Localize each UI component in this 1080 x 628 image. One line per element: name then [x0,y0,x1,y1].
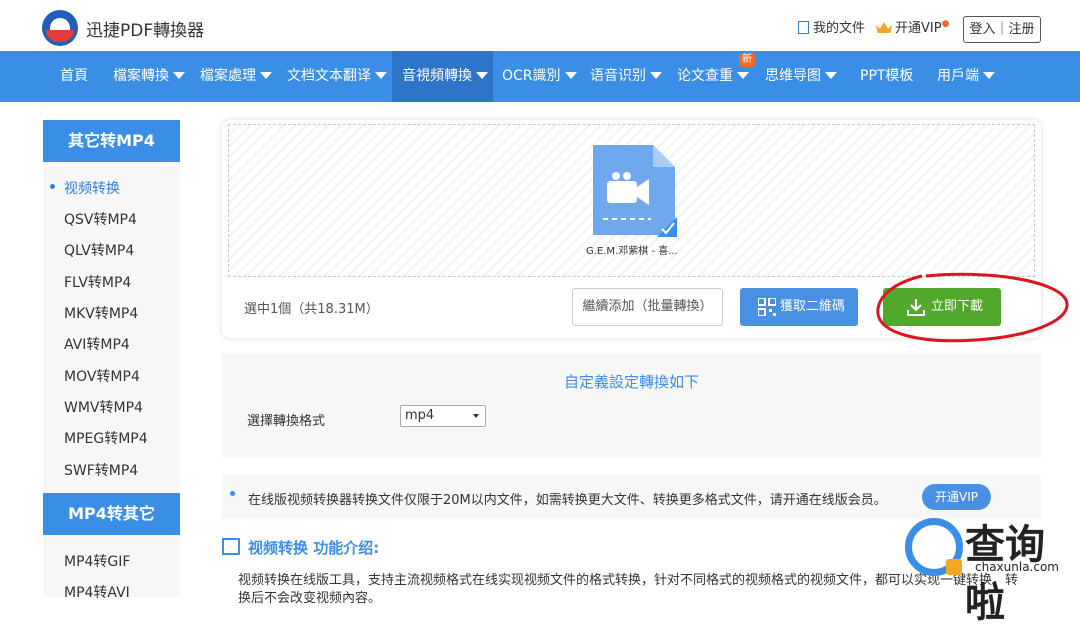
get-qr-button[interactable]: 獲取二維碼 [740,288,858,326]
nav-ppt[interactable]: PPT模板 [860,51,913,102]
chevron-down-icon [825,72,837,79]
crown-icon [876,22,892,33]
selection-info: 選中1個（共18.31M） [244,302,379,317]
chevron-down-icon [564,72,577,79]
chevron-down-icon [983,72,995,79]
sidebar-head-from-mp4: MP4转其它 [43,493,180,535]
main-nav: 首頁 檔案轉換 檔案處理 文档文本翻译 音視頻轉換 OCR識別 语音识别 论文查… [0,51,1080,102]
sidebar-item-video-convert[interactable]: 视频转换 [64,178,120,198]
sidebar-item-flv[interactable]: FLV转MP4 [64,272,131,292]
sidebar-item-mkv[interactable]: MKV转MP4 [64,303,138,323]
format-select[interactable]: mp4 [400,405,486,427]
intro-icon [222,538,240,555]
chevron-down-icon [260,72,272,79]
watermark: 查询啦 chaxunla.com [905,512,1075,626]
chevron-down-icon [737,72,749,79]
nav-translate[interactable]: 文档文本翻译 [287,51,387,102]
chevron-down-icon [473,414,479,418]
sidebar-item-qlv[interactable]: QLV转MP4 [64,240,134,260]
watermark-url: chaxunla.com [975,560,1059,574]
document-icon [798,21,809,34]
sidebar-head-to-mp4: 其它转MP4 [43,120,180,162]
nav-home[interactable]: 首頁 [60,51,88,102]
nav-ocr[interactable]: OCR識別 [502,51,577,102]
my-files-link[interactable]: 我的文件 [798,17,865,36]
nav-client[interactable]: 用戶端 [937,51,995,102]
active-dot [50,184,55,189]
file-name: G.E.M.邓紫棋 - 喜... [586,246,678,257]
sidebar-item-avi[interactable]: AVI转MP4 [64,334,130,354]
notice-text: 在线版视频转换器转换文件仅限于20M以内文件，如需转换更大文件、转换更多格式文件… [248,493,887,508]
video-file-icon[interactable] [591,143,677,237]
sidebar-item-swf[interactable]: SWF转MP4 [64,460,138,480]
add-more-button[interactable]: 繼續添加（批量轉換） [572,288,723,326]
brand-name[interactable]: 迅捷PDF轉換器 [86,16,204,41]
nav-speech[interactable]: 语音识别 [590,51,662,102]
new-badge: 新 [739,53,755,67]
brand-logo-icon[interactable] [42,10,78,46]
chevron-down-icon [375,72,387,79]
format-label: 選擇轉換格式 [247,414,326,429]
sidebar-item-mp4-gif[interactable]: MP4转GIF [64,551,130,571]
settings-panel [222,353,1041,458]
settings-title: 自定義設定轉換如下 [563,373,699,391]
sidebar-item-mpeg[interactable]: MPEG转MP4 [64,428,148,448]
sidebar-item-mov[interactable]: MOV转MP4 [64,366,140,386]
watermark-logo-icon [905,518,963,576]
nav-mindmap[interactable]: 思维导图 [765,51,837,102]
qr-code-icon [758,298,776,316]
login-register-button[interactable]: 登入｜注册 [963,16,1041,43]
nav-file-convert[interactable]: 檔案轉換 [113,51,185,102]
chevron-down-icon [476,72,488,79]
nav-av-convert[interactable]: 音視頻轉換 [392,51,493,102]
sidebar-item-wmv[interactable]: WMV转MP4 [64,397,143,417]
open-vip-button[interactable]: 开通VIP [922,484,991,510]
vip-link[interactable]: 开通VIP● [876,17,949,36]
bullet-dot [230,491,235,496]
chevron-down-icon [650,72,662,79]
intro-title: 视频转换 功能介绍: [248,539,380,557]
chevron-down-icon [173,72,185,79]
sidebar-item-mp4-avi[interactable]: MP4转AVI [64,582,130,602]
sidebar-item-qsv[interactable]: QSV转MP4 [64,209,137,229]
flame-icon: ● [941,19,950,29]
top-bar: 迅捷PDF轉換器 我的文件 开通VIP● 登入｜注册 [0,0,1080,51]
nav-file-process[interactable]: 檔案處理 [200,51,272,102]
red-annotation-circle [876,272,1069,343]
